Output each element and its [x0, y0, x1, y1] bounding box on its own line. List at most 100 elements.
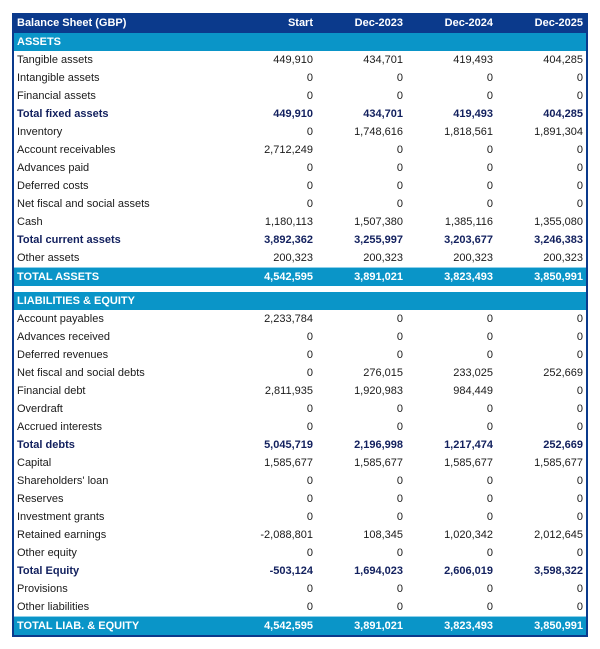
table-row: Shareholders' loan 0 0 0 0: [14, 472, 586, 490]
row-label-account-receivables: Account receivables: [17, 144, 116, 156]
table-row: Other liabilities 0 0 0 0: [14, 598, 586, 617]
section-label: ASSETS: [14, 33, 586, 51]
cell-dec-2024: 0: [486, 72, 493, 84]
cell-start: -503,124: [269, 565, 313, 577]
cell-start: 0: [306, 198, 313, 210]
table-row: Advances paid 0 0 0 0: [14, 159, 586, 177]
row-label-total-assets: TOTAL ASSETS: [14, 267, 226, 286]
table-row: Net fiscal and social debts 0 276,015 233,0…: [14, 364, 586, 382]
cell-dec-2024: 0: [486, 90, 493, 102]
row-label-investment-grants: Investment grants: [17, 511, 105, 523]
liabilities-section: LIABILITIES & EQUITY Account payables 2,23…: [14, 286, 586, 635]
row-label-financial-assets: Financial assets: [17, 90, 96, 102]
cell-dec-2024: 2,606,019: [444, 565, 493, 577]
row-label-cash: Cash: [17, 216, 43, 228]
cell-start: 2,811,935: [264, 385, 313, 397]
cell-dec-2025: 1,355,080: [534, 216, 583, 228]
cell-dec-2023: 1,507,380: [354, 216, 403, 228]
table-row: Reserves 0 0 0 0: [14, 490, 586, 508]
table-row: Provisions 0 0 0 0: [14, 580, 586, 598]
cell-dec-2023: 276,015: [363, 367, 403, 379]
cell-start: 0: [306, 601, 313, 613]
cell-start: 2,712,249: [264, 144, 313, 156]
cell-start: 3,892,362: [264, 234, 313, 246]
cell-dec-2023: 0: [396, 90, 403, 102]
cell-dec-2024: 0: [486, 475, 493, 487]
table-row: Overdraft 0 0 0 0: [14, 400, 586, 418]
subtotal-row: Total fixed assets 449,910 434,701 419,493 4…: [14, 105, 586, 123]
cell-start: 0: [306, 72, 313, 84]
cell-dec-2023: 200,323: [363, 252, 403, 264]
row-label-other-equity: Other equity: [17, 547, 77, 559]
cell-start: 4,542,595: [226, 267, 316, 286]
cell-dec-2023: 0: [396, 475, 403, 487]
cell-start: 0: [306, 493, 313, 505]
row-label-shareholders-loan: Shareholders' loan: [17, 475, 109, 487]
table-row: Advances received 0 0 0 0: [14, 328, 586, 346]
table-row: Investment grants 0 0 0 0: [14, 508, 586, 526]
header-row: Balance Sheet (GBP) Start Dec-2023 Dec-2…: [14, 13, 586, 33]
balance-sheet-grid: Balance Sheet (GBP) Start Dec-2023 Dec-2…: [14, 13, 586, 635]
cell-dec-2024: 0: [486, 349, 493, 361]
table-row: Financial debt 2,811,935 1,920,983 984,449 0: [14, 382, 586, 400]
cell-dec-2025: 404,285: [543, 108, 583, 120]
cell-dec-2023: 0: [396, 180, 403, 192]
cell-start: 0: [306, 583, 313, 595]
cell-start: 449,910: [273, 54, 313, 66]
cell-dec-2025: 0: [576, 547, 583, 559]
cell-dec-2023: 1,585,677: [354, 457, 403, 469]
row-label-retained-earnings: Retained earnings: [17, 529, 107, 541]
table-row: Net fiscal and social assets 0 0 0 0: [14, 195, 586, 213]
cell-dec-2023: 0: [396, 547, 403, 559]
cell-start: 0: [306, 126, 313, 138]
cell-dec-2024: 0: [486, 198, 493, 210]
cell-dec-2023: 0: [396, 583, 403, 595]
cell-start: 0: [306, 162, 313, 174]
cell-dec-2024: 233,025: [453, 367, 493, 379]
table-row: Financial assets 0 0 0 0: [14, 87, 586, 105]
cell-start: 5,045,719: [264, 439, 313, 451]
cell-dec-2024: 1,385,116: [444, 216, 493, 228]
cell-dec-2025: 0: [576, 583, 583, 595]
cell-dec-2024: 0: [486, 144, 493, 156]
cell-dec-2025: 3,850,991: [496, 616, 586, 635]
cell-dec-2025: 0: [576, 144, 583, 156]
row-label-intangible-assets: Intangible assets: [17, 72, 100, 84]
cell-start: 0: [306, 180, 313, 192]
cell-dec-2024: 419,493: [453, 54, 493, 66]
cell-dec-2023: 1,694,023: [354, 565, 403, 577]
table-row: Intangible assets 0 0 0 0: [14, 69, 586, 87]
cell-dec-2025: 0: [576, 349, 583, 361]
cell-dec-2024: 3,203,677: [444, 234, 493, 246]
row-label-accrued-interests: Accrued interests: [17, 421, 102, 433]
cell-dec-2025: 252,669: [543, 439, 583, 451]
cell-dec-2025: 200,323: [543, 252, 583, 264]
liabilities-section-header: LIABILITIES & EQUITY: [14, 292, 586, 310]
table-row: Deferred revenues 0 0 0 0: [14, 346, 586, 364]
cell-dec-2025: 2,012,645: [534, 529, 583, 541]
row-label-reserves: Reserves: [17, 493, 64, 505]
cell-dec-2025: 3,598,322: [534, 565, 583, 577]
cell-dec-2023: 0: [396, 313, 403, 325]
cell-dec-2025: 1,585,677: [534, 457, 583, 469]
cell-dec-2023: 0: [396, 403, 403, 415]
cell-dec-2023: 1,748,616: [354, 126, 403, 138]
row-label-total-equity: Total Equity: [17, 565, 80, 577]
cell-dec-2024: 0: [486, 601, 493, 613]
cell-start: 0: [306, 367, 313, 379]
cell-dec-2024: 3,823,493: [406, 616, 496, 635]
cell-dec-2023: 0: [396, 72, 403, 84]
cell-start: 1,180,113: [264, 216, 313, 228]
cell-dec-2024: 0: [486, 583, 493, 595]
cell-dec-2024: 200,323: [453, 252, 493, 264]
cell-dec-2025: 0: [576, 72, 583, 84]
cell-dec-2025: 0: [576, 198, 583, 210]
cell-start: 449,910: [273, 108, 313, 120]
cell-start: 0: [306, 403, 313, 415]
cell-start: -2,088,801: [260, 529, 313, 541]
section-label: LIABILITIES & EQUITY: [14, 292, 586, 310]
table-row: Cash 1,180,113 1,507,380 1,385,116 1,355,080: [14, 213, 586, 231]
cell-dec-2023: 0: [396, 493, 403, 505]
cell-dec-2025: 0: [576, 180, 583, 192]
cell-dec-2025: 0: [576, 493, 583, 505]
